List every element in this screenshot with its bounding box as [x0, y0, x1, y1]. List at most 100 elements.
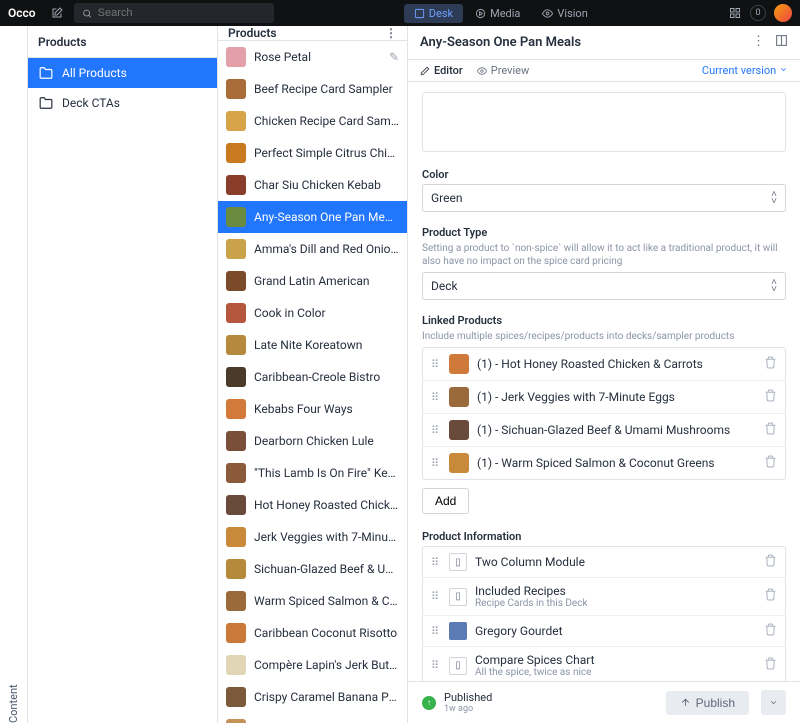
publish-button[interactable]: Publish — [666, 691, 749, 715]
list-item[interactable]: Hot Honey Roasted Chicken & Car... — [218, 489, 407, 521]
select-toggle-icon: ˄˅ — [771, 191, 777, 205]
list-item[interactable]: Amma's Dill and Red Onion Rice — [218, 233, 407, 265]
trash-icon[interactable] — [764, 588, 777, 601]
list-item[interactable]: Crispy Caramel Banana Pillows — [218, 681, 407, 713]
list-item-label: Caribbean Coconut Risotto — [254, 626, 399, 640]
split-pane-icon[interactable] — [775, 34, 788, 51]
drag-handle-icon[interactable]: ⠿ — [431, 391, 441, 404]
list-item-label: Beef Recipe Card Sampler — [254, 82, 399, 96]
tree-header: Products — [28, 26, 217, 58]
drag-handle-icon[interactable]: ⠿ — [431, 590, 441, 603]
trash-icon[interactable] — [764, 623, 777, 636]
list-item[interactable]: "This Lamb Is On Fire" Kefta — [218, 457, 407, 489]
info-row[interactable]: ⠿ ▯ Compare Spices ChartAll the spice, twi… — [423, 647, 785, 685]
drag-handle-icon[interactable]: ⠿ — [431, 358, 441, 371]
trash-icon[interactable] — [764, 554, 777, 567]
nav-tab-desk[interactable]: Desk — [404, 4, 463, 23]
tree-item[interactable]: All Products — [28, 58, 217, 88]
list-item-label: Sichuan-Glazed Beef & Umami M... — [254, 562, 399, 576]
list-item[interactable]: Caribbean-Creole Bistro — [218, 361, 407, 393]
list-item[interactable]: Char Siu Chicken Kebab — [218, 169, 407, 201]
list-item[interactable]: Dearborn Chicken Lule — [218, 425, 407, 457]
list-thumbnail — [226, 143, 246, 163]
document-icon: ▯ — [449, 657, 467, 675]
list-item[interactable]: Late Nite Koreatown — [218, 329, 407, 361]
info-row[interactable]: ⠿▯Two Column Module — [423, 547, 785, 578]
linked-product-label: (1) - Warm Spiced Salmon & Coconut Green… — [477, 456, 756, 470]
list-thumbnail — [226, 527, 246, 547]
nav-tab-vision[interactable]: Vision — [532, 4, 597, 23]
compose-icon[interactable] — [50, 6, 64, 20]
drag-handle-icon[interactable]: ⠿ — [431, 424, 441, 437]
info-row[interactable]: ⠿▯Included RecipesRecipe Cards in this D… — [423, 578, 785, 616]
list-header: Products ⋮ — [218, 26, 407, 41]
tree-pane: Products All ProductsDeck CTAs — [28, 26, 218, 723]
drag-handle-icon[interactable]: ⠿ — [431, 556, 441, 569]
list-menu-icon[interactable]: ⋮ — [385, 26, 397, 40]
product-type-select[interactable]: Deck ˄˅ — [422, 272, 786, 300]
linked-product-row[interactable]: ⠿(1) - Jerk Veggies with 7-Minute Eggs — [423, 381, 785, 414]
rail-label[interactable]: Content — [7, 36, 20, 723]
list-thumbnail — [226, 655, 246, 675]
pencil-icon — [420, 66, 430, 76]
edit-icon[interactable]: ✎ — [389, 50, 399, 64]
trash-icon[interactable] — [764, 657, 777, 670]
list-item[interactable]: Grand Latin American — [218, 265, 407, 297]
folder-icon — [38, 66, 54, 80]
add-linked-button[interactable]: Add — [422, 488, 469, 514]
nav-tab-media[interactable]: Media — [465, 4, 530, 23]
thumbnail — [449, 420, 469, 440]
rich-text-field[interactable] — [422, 92, 786, 152]
color-select[interactable]: Green ˄˅ — [422, 184, 786, 212]
tab-preview[interactable]: Preview — [477, 64, 529, 77]
publish-dropdown[interactable] — [761, 690, 786, 715]
tree-item[interactable]: Deck CTAs — [28, 88, 217, 118]
list-item[interactable]: Caribbean Coconut Risotto — [218, 617, 407, 649]
trash-icon[interactable] — [764, 455, 777, 468]
list-item-label: "This Lamb Is On Fire" Kefta — [254, 466, 399, 480]
info-row[interactable]: ⠿ Gregory Gourdet — [423, 616, 785, 647]
product-type-label: Product Type — [422, 226, 786, 239]
list-item[interactable]: Compère Lapin's Jerk Buttered Co... — [218, 649, 407, 681]
search-input[interactable] — [98, 7, 266, 19]
linked-product-row[interactable]: ⠿(1) - Sichuan-Glazed Beef & Umami Mushr… — [423, 414, 785, 447]
list-item-label: Compère Lapin's Jerk Buttered Co... — [254, 658, 399, 672]
list-item-label: Hot Honey Roasted Chicken & Car... — [254, 498, 399, 512]
grid-icon[interactable] — [728, 6, 742, 20]
info-title: Gregory Gourdet — [475, 624, 756, 638]
list-item[interactable]: Kebabs Four Ways — [218, 393, 407, 425]
linked-product-row[interactable]: ⠿ (1) - Warm Spiced Salmon & Coconut Gree… — [423, 447, 785, 479]
list-item[interactable]: Chicken Recipe Card Sampler — [218, 105, 407, 137]
trash-icon[interactable] — [764, 356, 777, 369]
top-nav: Occo Desk Media Vision 0 — [0, 0, 800, 26]
list-item[interactable]: Jerk Veggies with 7-Minute Eggs — [218, 521, 407, 553]
tab-editor[interactable]: Editor — [420, 64, 463, 77]
list-item[interactable]: Beef Recipe Card Sampler — [218, 73, 407, 105]
list-item[interactable]: Hubby's Honey Glazed Ribs — [218, 713, 407, 723]
list-item[interactable]: Perfect Simple Citrus Chicken — [218, 137, 407, 169]
brand-logo: Occo — [8, 6, 36, 20]
drag-handle-icon[interactable]: ⠿ — [431, 625, 441, 638]
list-item[interactable]: Warm Spiced Salmon & Coconut ... — [218, 585, 407, 617]
user-avatar[interactable] — [774, 4, 792, 22]
list-item[interactable]: Any-Season One Pan Meals — [218, 201, 407, 233]
drag-handle-icon[interactable]: ⠿ — [431, 659, 441, 672]
version-selector[interactable]: Current version — [702, 64, 788, 77]
trash-icon[interactable] — [764, 422, 777, 435]
info-title: Compare Spices Chart — [475, 653, 756, 667]
search-box[interactable] — [74, 3, 274, 23]
thumbnail — [449, 387, 469, 407]
image-thumbnail — [449, 622, 467, 640]
list-item[interactable]: Rose Petal✎ — [218, 41, 407, 73]
workspace: Content Products All ProductsDeck CTAs P… — [0, 26, 800, 723]
notification-badge[interactable]: 0 — [750, 5, 766, 21]
list-thumbnail — [226, 431, 246, 451]
trash-icon[interactable] — [764, 389, 777, 402]
drag-handle-icon[interactable]: ⠿ — [431, 457, 441, 470]
list-thumbnail — [226, 239, 246, 259]
info-subtitle: All the spice, twice as nice — [475, 667, 756, 678]
linked-product-row[interactable]: ⠿(1) - Hot Honey Roasted Chicken & Carro… — [423, 348, 785, 381]
doc-menu-icon[interactable]: ⋮ — [752, 34, 765, 51]
list-item[interactable]: Sichuan-Glazed Beef & Umami M... — [218, 553, 407, 585]
list-item[interactable]: Cook in Color — [218, 297, 407, 329]
